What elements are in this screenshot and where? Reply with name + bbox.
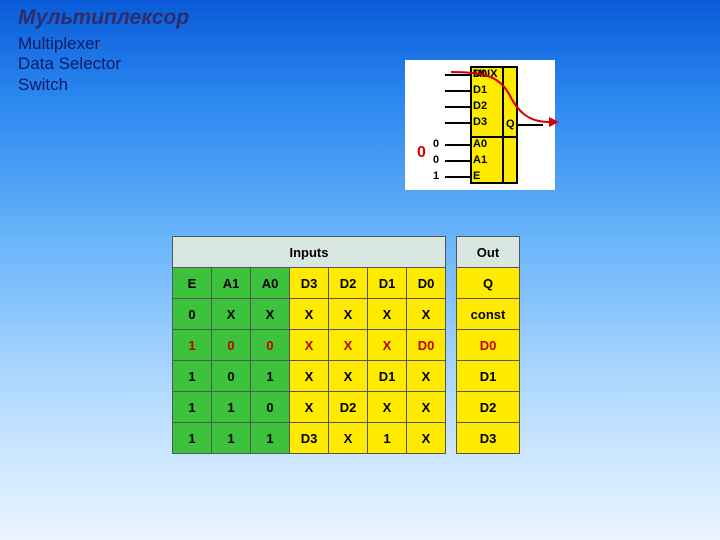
table-cell: X: [290, 361, 329, 392]
mux-pin-a1: [445, 160, 470, 162]
mux-pin-d1: [445, 90, 470, 92]
table-cell: 1: [173, 392, 212, 423]
table-cell: X: [251, 299, 290, 330]
table-cell: X: [290, 299, 329, 330]
table-gap: [446, 237, 457, 268]
table-cell: 0: [173, 299, 212, 330]
mux-bit: 1: [433, 170, 439, 182]
table-cell: 1: [212, 423, 251, 454]
table-cell: X: [329, 423, 368, 454]
table-cell: 1: [251, 423, 290, 454]
table-cell: 1: [251, 361, 290, 392]
table-cell: D0: [457, 330, 520, 361]
table-header-out: Out: [457, 237, 520, 268]
mux-bit: 0: [433, 154, 439, 166]
table-row: 110XD2XXD2: [173, 392, 520, 423]
mux-pin-label: D0: [473, 68, 487, 80]
table-cell: X: [329, 330, 368, 361]
table-gap: [446, 268, 457, 299]
table-cell: X: [407, 392, 446, 423]
table-row: 101XXD1XD1: [173, 361, 520, 392]
table-gap: [446, 423, 457, 454]
col-D2: D2: [329, 268, 368, 299]
page-subtitle: Multiplexer Data Selector Switch: [18, 34, 121, 95]
table-cell: 0: [212, 330, 251, 361]
mux-out-divider: [502, 66, 504, 184]
table-cell: X: [329, 361, 368, 392]
table-cell: D2: [457, 392, 520, 423]
mux-pin-label: D3: [473, 116, 487, 128]
table-cell: D1: [457, 361, 520, 392]
mux-pin-label: D1: [473, 84, 487, 96]
table-cell: X: [368, 330, 407, 361]
table-gap: [446, 299, 457, 330]
col-D3: D3: [290, 268, 329, 299]
table-cell: D1: [368, 361, 407, 392]
mux-pin-d0: [445, 74, 470, 76]
mux-symbol: MUX Q D0 D1 D2 D3 A0 0 A1 0 E 1 0: [405, 60, 555, 190]
mux-pin-label: A0: [473, 138, 487, 150]
table-row: 111D3X1XD3: [173, 423, 520, 454]
mux-out-label: Q: [506, 118, 515, 130]
table-cell: D3: [457, 423, 520, 454]
table-cell: 0: [251, 392, 290, 423]
table-cell: X: [212, 299, 251, 330]
table-cell: D3: [290, 423, 329, 454]
table-gap: [446, 392, 457, 423]
table-cell: 1: [173, 423, 212, 454]
table-cell: D0: [407, 330, 446, 361]
table-cell: X: [290, 330, 329, 361]
table-header-inputs: Inputs: [173, 237, 446, 268]
col-D0: D0: [407, 268, 446, 299]
page-title: Мультиплексор: [18, 6, 189, 30]
mux-bit: 0: [433, 138, 439, 150]
table-row: 100XXXD0D0: [173, 330, 520, 361]
mux-pin-d2: [445, 106, 470, 108]
mux-zero-indicator: 0: [417, 144, 426, 162]
table-cell: X: [329, 299, 368, 330]
table-cell: X: [368, 299, 407, 330]
col-D1: D1: [368, 268, 407, 299]
table-cell: 1: [173, 330, 212, 361]
mux-pin-label: E: [473, 170, 480, 182]
table-cell: X: [368, 392, 407, 423]
table-row: 0XXXXXXconst: [173, 299, 520, 330]
table-cell: D2: [329, 392, 368, 423]
table-gap: [446, 330, 457, 361]
table-cell: 1: [368, 423, 407, 454]
mux-pin-label: A1: [473, 154, 487, 166]
table-cell: X: [407, 423, 446, 454]
col-E: E: [173, 268, 212, 299]
table-gap: [446, 361, 457, 392]
mux-pin-label: D2: [473, 100, 487, 112]
table-cell: X: [407, 361, 446, 392]
table-cell: 0: [212, 361, 251, 392]
mux-pin-d3: [445, 122, 470, 124]
table-cell: 1: [212, 392, 251, 423]
table-cell: X: [290, 392, 329, 423]
table-cell: X: [407, 299, 446, 330]
table-cell: 1: [173, 361, 212, 392]
col-A1: A1: [212, 268, 251, 299]
col-Q: Q: [457, 268, 520, 299]
mux-pin-q: [518, 124, 543, 126]
table-cell: 0: [251, 330, 290, 361]
truth-table: Inputs Out E A1 A0 D3 D2 D1 D0 Q 0XXXXXX…: [172, 236, 520, 454]
mux-pin-e: [445, 176, 470, 178]
col-A0: A0: [251, 268, 290, 299]
table-cell: const: [457, 299, 520, 330]
mux-pin-a0: [445, 144, 470, 146]
